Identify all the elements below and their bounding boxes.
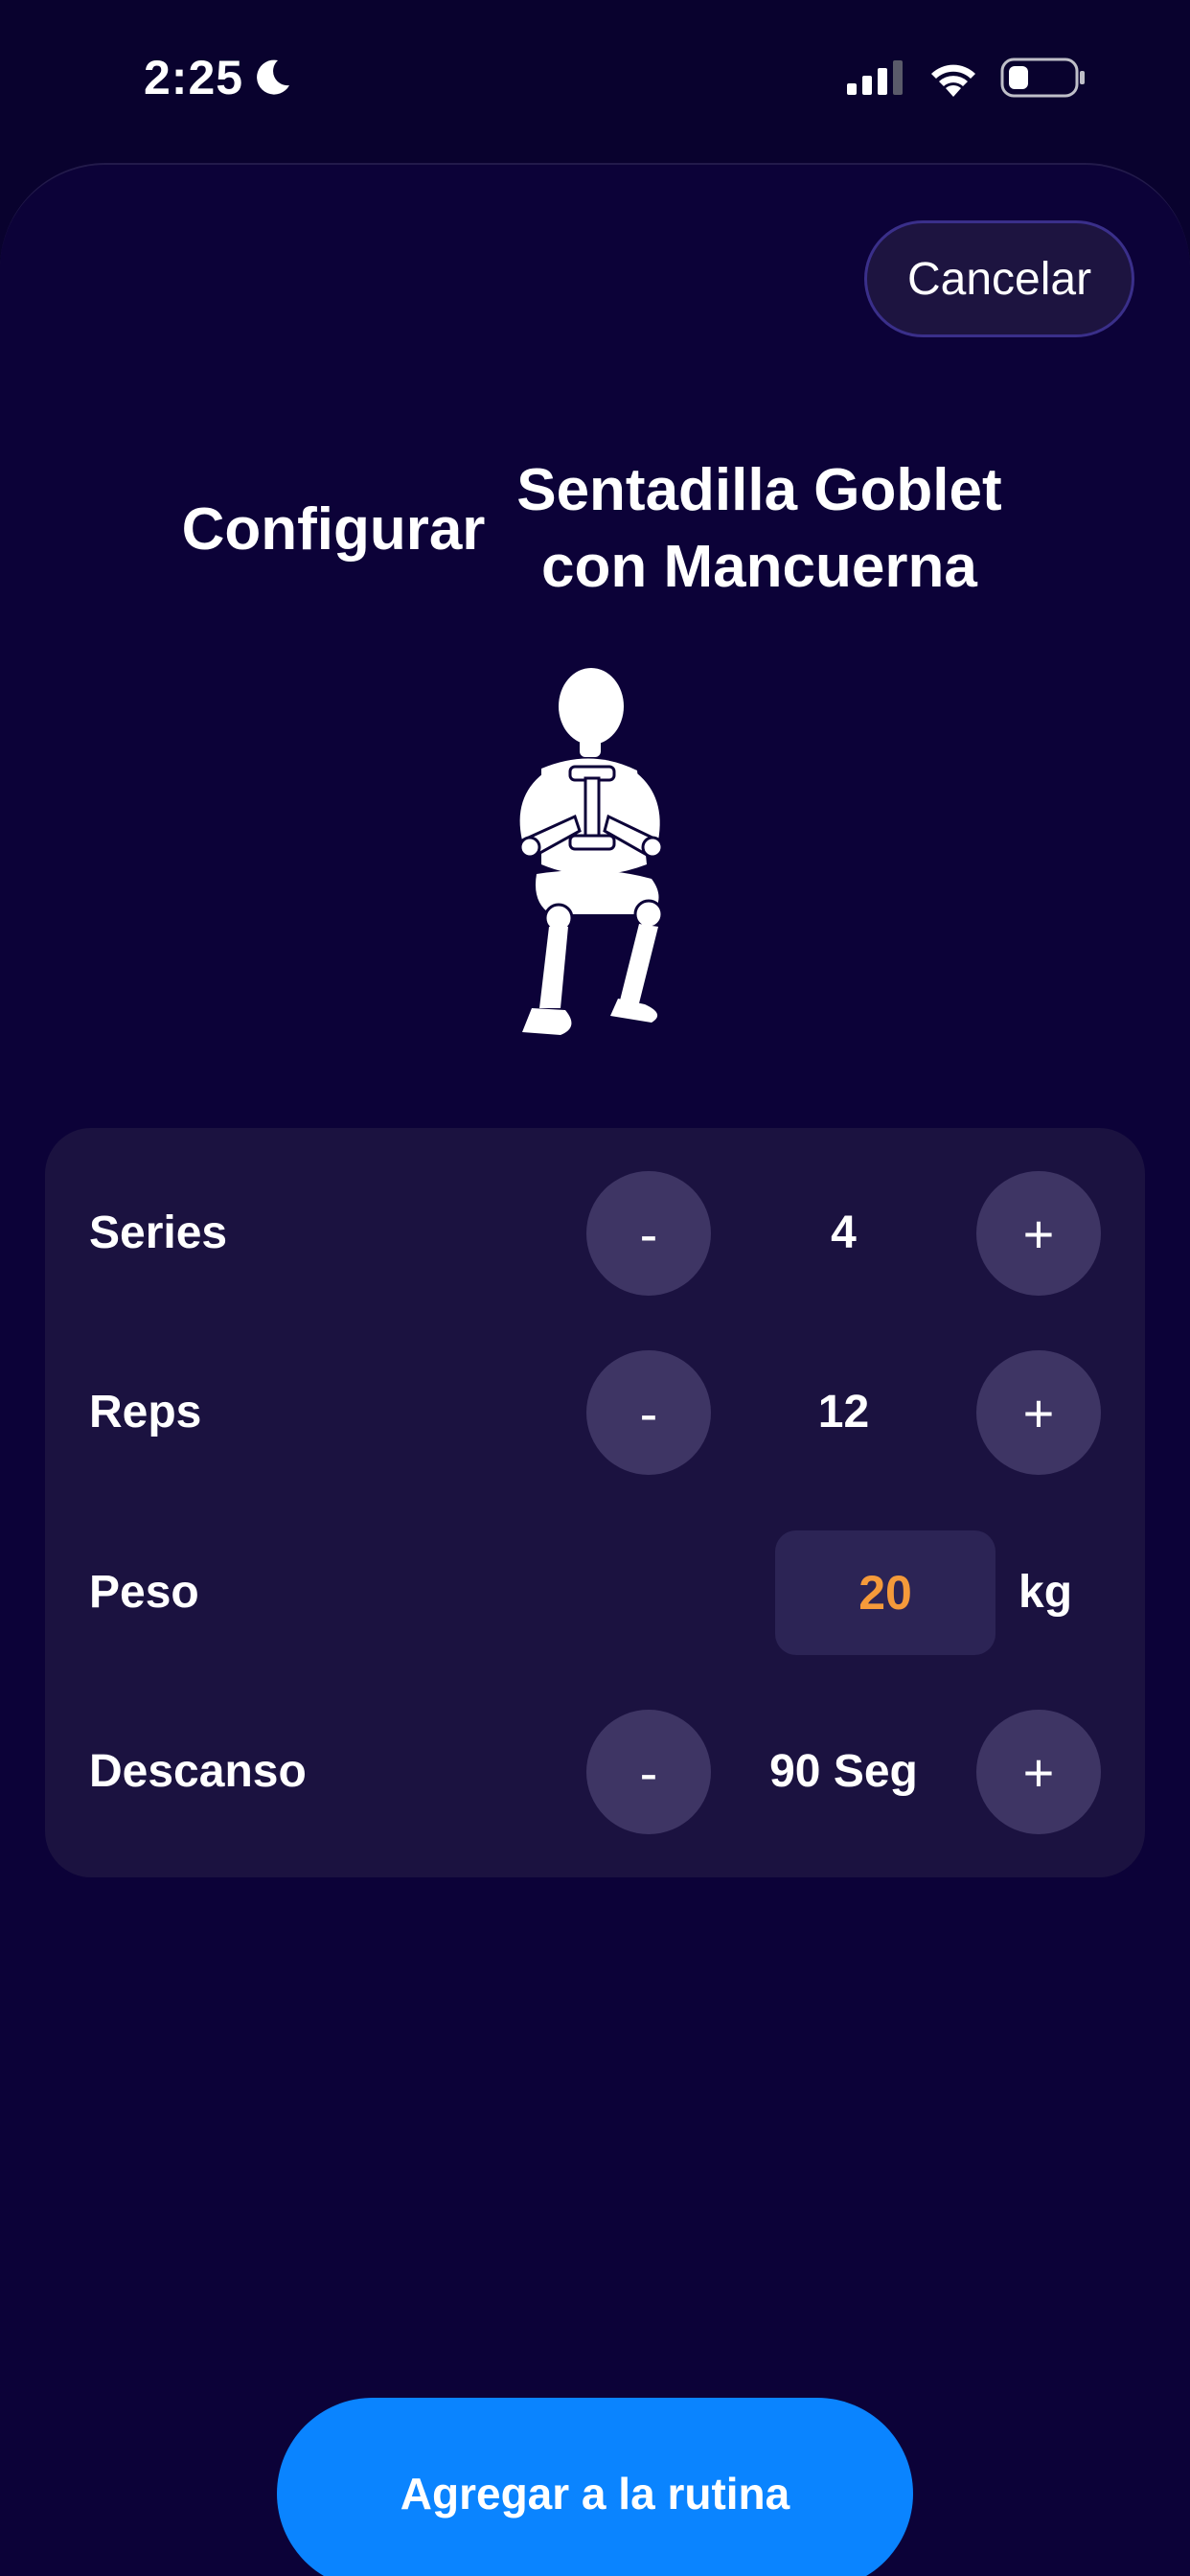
status-time: 2:25 [144, 50, 293, 105]
title-prefix: Configurar [181, 495, 486, 563]
series-row: Series - 4 + [45, 1171, 1145, 1296]
weight-label: Peso [89, 1567, 199, 1618]
reps-value: 12 [817, 1387, 870, 1438]
series-decrement-button[interactable]: - [586, 1171, 711, 1296]
config-card: Series - 4 + Reps - 12 + Peso 20 kg Desc… [45, 1128, 1145, 1877]
weight-row: Peso 20 kg [45, 1530, 1145, 1655]
reps-label: Reps [89, 1387, 202, 1438]
rest-decrement-button[interactable]: - [586, 1710, 711, 1834]
status-bar: 2:25 [0, 0, 1190, 158]
config-sheet: Cancelar Configurar Sentadilla Goblet co… [0, 163, 1190, 2576]
weight-input[interactable]: 20 [775, 1530, 995, 1655]
signal-icon [847, 60, 903, 95]
battery-icon [1000, 58, 1085, 98]
status-icons [847, 58, 1087, 98]
reps-decrement-button[interactable]: - [586, 1350, 711, 1475]
series-increment-button[interactable]: + [976, 1171, 1101, 1296]
rest-value: 90 Seg [769, 1746, 918, 1797]
rest-label: Descanso [89, 1746, 307, 1797]
series-value: 4 [831, 1208, 857, 1258]
reps-row: Reps - 12 + [45, 1350, 1145, 1475]
cancel-button[interactable]: Cancelar [864, 220, 1134, 337]
rest-row: Descanso - 90 Seg + [45, 1710, 1145, 1834]
goblet-squat-figure-icon [518, 668, 664, 1035]
clock-text: 2:25 [144, 51, 244, 104]
screen: 2:25 Cancelar Configurar Sentadilla Gobl… [0, 0, 1190, 2576]
weight-unit: kg [1018, 1567, 1073, 1618]
add-to-routine-button[interactable]: Agregar a la rutina [277, 2398, 913, 2576]
series-label: Series [89, 1208, 228, 1258]
wifi-icon [931, 64, 975, 97]
title-row: Configurar Sentadilla Goblet con Mancuer… [0, 452, 1190, 606]
exercise-name: Sentadilla Goblet con Mancuerna [516, 457, 1002, 600]
moon-icon [257, 59, 290, 95]
reps-increment-button[interactable]: + [976, 1350, 1101, 1475]
rest-increment-button[interactable]: + [976, 1710, 1101, 1834]
